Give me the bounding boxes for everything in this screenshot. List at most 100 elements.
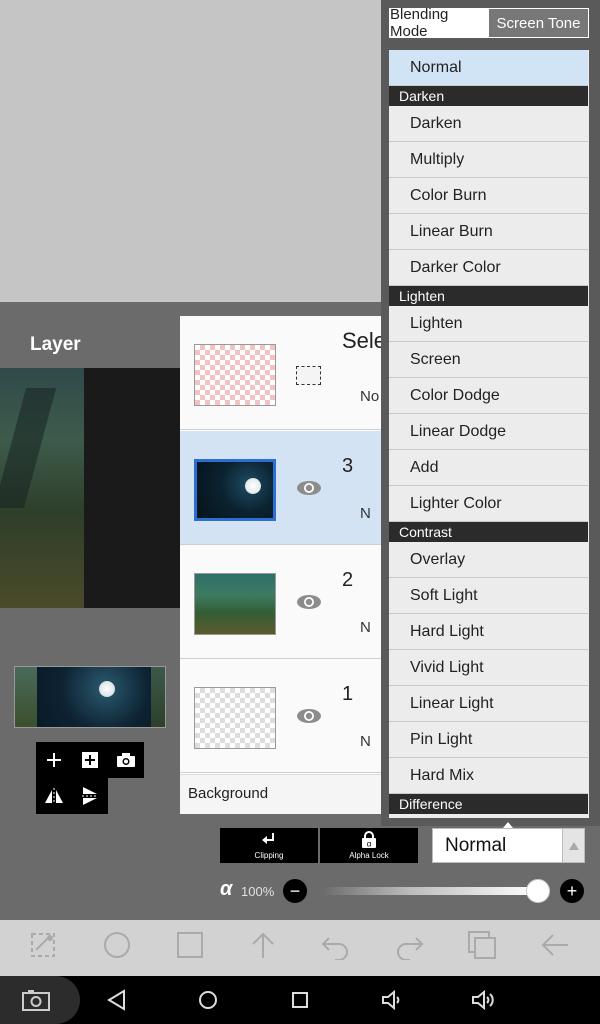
undo-icon[interactable] [321, 930, 351, 960]
moon-image [245, 478, 261, 494]
canvas-navigator-thumbnail[interactable] [14, 666, 166, 728]
blend-option-overlay[interactable]: Overlay [389, 542, 588, 578]
selection-layer-thumbnail [194, 344, 276, 406]
blend-option-lighten[interactable]: Lighten [389, 306, 588, 342]
circle-icon[interactable] [102, 930, 132, 960]
blend-option-normal[interactable]: Normal [389, 50, 588, 86]
square-icon[interactable] [175, 930, 205, 960]
blend-option-darker-color[interactable]: Darker Color [389, 250, 588, 286]
blend-option-add[interactable]: Add [389, 450, 588, 486]
layers-icon[interactable] [467, 930, 497, 960]
system-navbar [0, 976, 600, 1024]
group-header-darken: Darken [389, 86, 588, 106]
triangle-up-icon [568, 841, 579, 850]
opacity-increase-button[interactable]: + [560, 879, 584, 903]
layer-row[interactable]: 1 N [180, 659, 390, 773]
blend-option-linear-dodge[interactable]: Linear Dodge [389, 414, 588, 450]
selection-layer-sub: No [360, 388, 380, 405]
eye-icon[interactable] [296, 479, 322, 497]
blend-option-darken[interactable]: Darken [389, 106, 588, 142]
opacity-slider[interactable] [322, 887, 538, 895]
layer-row[interactable]: 3 N [180, 431, 390, 545]
flip-horizontal-button[interactable] [36, 778, 72, 814]
layer-number: 1 [342, 683, 354, 705]
opacity-decrease-button[interactable]: − [283, 879, 307, 903]
nav-back-icon[interactable] [104, 988, 128, 1012]
layer-row[interactable]: 2 N [180, 545, 390, 659]
transform-icon[interactable] [28, 930, 58, 960]
blend-option-color-burn[interactable]: Color Burn [389, 178, 588, 214]
blend-option-lighter-color[interactable]: Lighter Color [389, 486, 588, 522]
group-header-contrast: Contrast [389, 522, 588, 542]
blend-arrow-button[interactable] [562, 829, 584, 862]
clipping-icon [262, 833, 274, 844]
plus-icon [47, 753, 61, 767]
opacity-value: 100% [241, 884, 275, 899]
blend-mode-selector[interactable]: Normal [432, 828, 585, 863]
blend-option-hard-mix[interactable]: Hard Mix [389, 758, 588, 794]
tab-blending-mode[interactable]: Blending Mode [390, 6, 489, 40]
blend-option-linear-burn[interactable]: Linear Burn [389, 214, 588, 250]
flip-vertical-button[interactable] [72, 778, 108, 814]
screenshot-icon [22, 990, 50, 1011]
preview-forest-area [0, 368, 84, 608]
blend-option-hard-light[interactable]: Hard Light [389, 614, 588, 650]
layer-thumbnail [194, 687, 276, 749]
layer-thumbnail [194, 573, 276, 635]
selection-marquee-icon [296, 366, 321, 385]
layer-number: 3 [342, 455, 354, 477]
layer-blend-text: N [360, 733, 371, 750]
alpha-lock-icon: α [362, 831, 376, 849]
opacity-slider-knob[interactable] [526, 879, 550, 903]
clipping-label: Clipping [254, 851, 284, 860]
background-label: Background [188, 785, 269, 802]
alpha-lock-button[interactable]: α Alpha Lock [320, 828, 418, 863]
flip-horizontal-icon [45, 788, 63, 804]
tab-screen-tone[interactable]: Screen Tone [489, 9, 588, 37]
alpha-lock-label: Alpha Lock [349, 851, 389, 860]
blend-option-screen[interactable]: Screen [389, 342, 588, 378]
layer-blend-text: N [360, 505, 371, 522]
selection-layer-row[interactable]: Selec No [180, 316, 397, 430]
blend-option-pin-light[interactable]: Pin Light [389, 722, 588, 758]
nav-recents-icon[interactable] [288, 988, 312, 1012]
thumb-edge-left [15, 667, 37, 727]
add-layer-button[interactable] [36, 742, 72, 778]
eye-icon[interactable] [296, 593, 322, 611]
duplicate-layer-button[interactable] [72, 742, 108, 778]
thumb-edge-right [151, 667, 165, 727]
app-root: Layer Selec No 3 N 2 N 1 N Background Bl… [0, 0, 600, 1024]
dropdown-tabs: Blending Mode Screen Tone [389, 6, 589, 40]
blend-option-vivid-light[interactable]: Vivid Light [389, 650, 588, 686]
blend-mode-list[interactable]: Normal Darken Darken Multiply Color Burn… [389, 50, 589, 818]
screenshot-button[interactable] [0, 976, 80, 1024]
blend-option-soft-light[interactable]: Soft Light [389, 578, 588, 614]
background-layer-row[interactable]: Background [180, 774, 390, 814]
camera-icon [117, 753, 135, 767]
layer-panel-title: Layer [30, 334, 81, 355]
back-icon[interactable] [540, 930, 570, 960]
preview-dark-area [84, 368, 180, 608]
layer-tool-grid [36, 742, 144, 814]
blend-option-color-dodge[interactable]: Color Dodge [389, 378, 588, 414]
alpha-symbol: α [220, 878, 233, 900]
add-copy-icon [82, 752, 98, 768]
svg-text:α: α [367, 840, 372, 849]
flip-vertical-icon [82, 787, 98, 805]
clipping-button[interactable]: Clipping [220, 828, 318, 863]
nav-home-icon[interactable] [196, 988, 220, 1012]
camera-layer-button[interactable] [108, 742, 144, 778]
blend-option-multiply[interactable]: Multiply [389, 142, 588, 178]
group-header-difference: Difference [389, 794, 588, 814]
arrow-up-icon[interactable] [248, 930, 278, 960]
canvas-preview [0, 368, 180, 608]
volume-up-icon[interactable] [470, 988, 498, 1012]
bottom-toolbar [0, 920, 600, 976]
blend-mode-dropdown: Blending Mode Screen Tone Normal Darken … [381, 0, 600, 826]
eye-icon[interactable] [296, 707, 322, 725]
blend-option-linear-light[interactable]: Linear Light [389, 686, 588, 722]
layer-list: Selec No 3 N 2 N 1 N Background [180, 316, 397, 814]
layer-blend-text: N [360, 619, 371, 636]
volume-down-icon[interactable] [380, 988, 406, 1012]
redo-icon[interactable] [394, 930, 424, 960]
